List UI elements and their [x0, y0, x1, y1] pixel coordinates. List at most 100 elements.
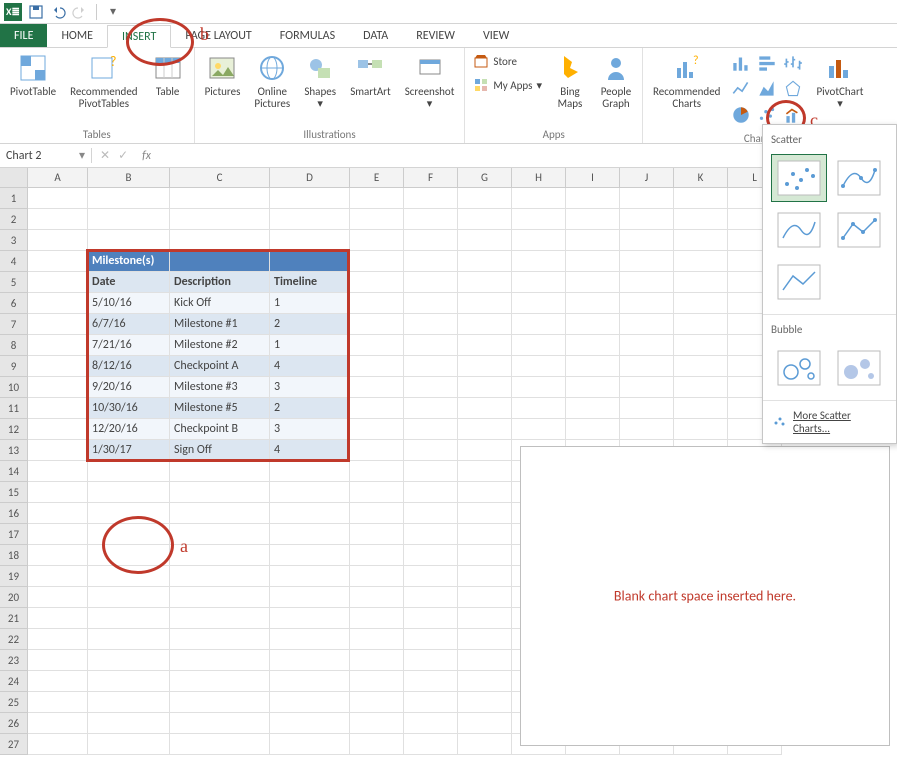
cell-H5[interactable]	[512, 272, 566, 293]
cell-C4[interactable]	[170, 251, 270, 272]
cell-B17[interactable]	[88, 524, 170, 545]
col-header-F[interactable]: F	[404, 168, 458, 188]
cell-D4[interactable]	[270, 251, 350, 272]
tab-review[interactable]: REVIEW	[402, 24, 469, 47]
cell-D24[interactable]	[270, 671, 350, 692]
row-header-22[interactable]: 22	[0, 629, 28, 650]
cell-A19[interactable]	[28, 566, 88, 587]
cell-C22[interactable]	[170, 629, 270, 650]
recommended-pivottables-button[interactable]: ? Recommended PivotTables	[64, 50, 143, 112]
cell-F20[interactable]	[404, 587, 458, 608]
row-header-3[interactable]: 3	[0, 230, 28, 251]
cell-D17[interactable]	[270, 524, 350, 545]
cell-A17[interactable]	[28, 524, 88, 545]
row-header-4[interactable]: 4	[0, 251, 28, 272]
row-header-24[interactable]: 24	[0, 671, 28, 692]
cell-I11[interactable]	[566, 398, 620, 419]
cell-D23[interactable]	[270, 650, 350, 671]
cell-J6[interactable]	[620, 293, 674, 314]
cell-C12[interactable]: Checkpoint B	[170, 419, 270, 440]
cell-B27[interactable]	[88, 734, 170, 755]
cell-G10[interactable]	[458, 377, 512, 398]
cell-E1[interactable]	[350, 188, 404, 209]
cell-B4[interactable]: Milestone(s)	[88, 251, 170, 272]
scatter-straight-nomarkers-option[interactable]	[771, 258, 827, 306]
row-header-7[interactable]: 7	[0, 314, 28, 335]
cell-B14[interactable]	[88, 461, 170, 482]
cell-G7[interactable]	[458, 314, 512, 335]
online-pictures-button[interactable]: Online Pictures	[248, 50, 296, 112]
myapps-button[interactable]: My Apps ▾	[469, 74, 546, 96]
cell-E16[interactable]	[350, 503, 404, 524]
cell-F4[interactable]	[404, 251, 458, 272]
pivotchart-button[interactable]: PivotChart▾	[810, 50, 869, 112]
cell-B13[interactable]: 1/30/17	[88, 440, 170, 461]
cell-K6[interactable]	[674, 293, 728, 314]
cell-I4[interactable]	[566, 251, 620, 272]
cell-F23[interactable]	[404, 650, 458, 671]
cell-A14[interactable]	[28, 461, 88, 482]
cell-C15[interactable]	[170, 482, 270, 503]
cell-D22[interactable]	[270, 629, 350, 650]
cell-C6[interactable]: Kick Off	[170, 293, 270, 314]
name-box[interactable]: Chart 2 ▾	[0, 148, 92, 163]
cell-G2[interactable]	[458, 209, 512, 230]
cell-J12[interactable]	[620, 419, 674, 440]
cell-G20[interactable]	[458, 587, 512, 608]
cell-F2[interactable]	[404, 209, 458, 230]
cell-J8[interactable]	[620, 335, 674, 356]
row-header-2[interactable]: 2	[0, 209, 28, 230]
pictures-button[interactable]: Pictures	[199, 50, 247, 100]
cell-B19[interactable]	[88, 566, 170, 587]
cell-G23[interactable]	[458, 650, 512, 671]
cell-E2[interactable]	[350, 209, 404, 230]
cell-G5[interactable]	[458, 272, 512, 293]
scatter-straight-lines-option[interactable]	[831, 206, 887, 254]
cell-F17[interactable]	[404, 524, 458, 545]
cell-G9[interactable]	[458, 356, 512, 377]
cell-I2[interactable]	[566, 209, 620, 230]
cell-F3[interactable]	[404, 230, 458, 251]
tab-pagelayout[interactable]: PAGE LAYOUT	[171, 24, 265, 47]
row-header-8[interactable]: 8	[0, 335, 28, 356]
cell-J11[interactable]	[620, 398, 674, 419]
tab-home[interactable]: HOME	[47, 24, 107, 47]
cell-I1[interactable]	[566, 188, 620, 209]
col-header-B[interactable]: B	[88, 168, 170, 188]
cell-K9[interactable]	[674, 356, 728, 377]
cell-A21[interactable]	[28, 608, 88, 629]
tab-insert[interactable]: INSERT	[107, 25, 171, 48]
people-graph-button[interactable]: People Graph	[594, 50, 638, 112]
cell-F13[interactable]	[404, 440, 458, 461]
cell-E24[interactable]	[350, 671, 404, 692]
row-header-5[interactable]: 5	[0, 272, 28, 293]
cell-E14[interactable]	[350, 461, 404, 482]
col-header-A[interactable]: A	[28, 168, 88, 188]
scatter-chart-button[interactable]	[756, 104, 778, 126]
cell-J9[interactable]	[620, 356, 674, 377]
cell-C1[interactable]	[170, 188, 270, 209]
cell-D9[interactable]: 4	[270, 356, 350, 377]
cell-H1[interactable]	[512, 188, 566, 209]
cell-F18[interactable]	[404, 545, 458, 566]
cell-E21[interactable]	[350, 608, 404, 629]
cell-F27[interactable]	[404, 734, 458, 755]
row-header-27[interactable]: 27	[0, 734, 28, 755]
cell-D3[interactable]	[270, 230, 350, 251]
row-header-14[interactable]: 14	[0, 461, 28, 482]
cell-E27[interactable]	[350, 734, 404, 755]
cell-G1[interactable]	[458, 188, 512, 209]
cell-B12[interactable]: 12/20/16	[88, 419, 170, 440]
cell-A1[interactable]	[28, 188, 88, 209]
bubble-3d-option[interactable]	[831, 344, 887, 392]
row-header-12[interactable]: 12	[0, 419, 28, 440]
cell-D7[interactable]: 2	[270, 314, 350, 335]
row-header-6[interactable]: 6	[0, 293, 28, 314]
row-header-10[interactable]: 10	[0, 377, 28, 398]
cell-F9[interactable]	[404, 356, 458, 377]
col-header-H[interactable]: H	[512, 168, 566, 188]
cell-I7[interactable]	[566, 314, 620, 335]
cell-B10[interactable]: 9/20/16	[88, 377, 170, 398]
cell-F5[interactable]	[404, 272, 458, 293]
col-header-G[interactable]: G	[458, 168, 512, 188]
